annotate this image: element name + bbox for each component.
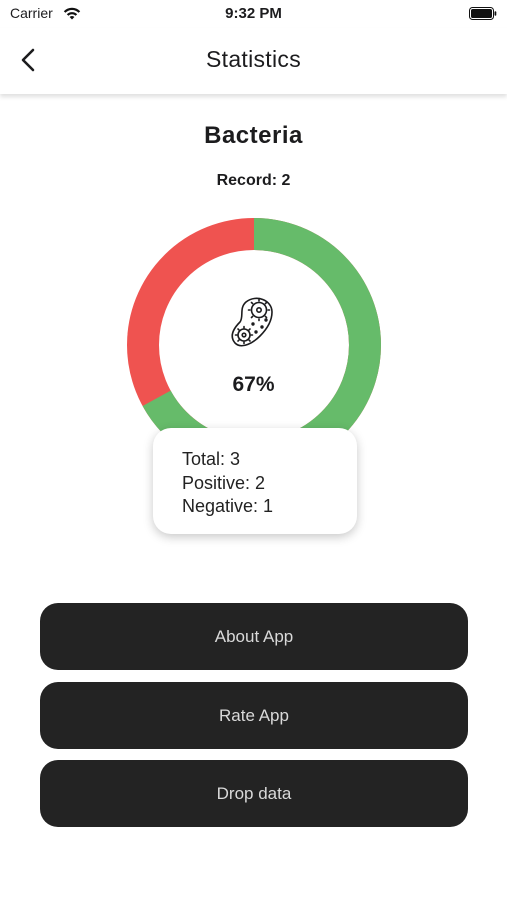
tooltip-positive: Positive: 2 [182, 472, 266, 493]
species-title: Bacteria [204, 122, 303, 149]
status-bar: Carrier 9:32 PM [0, 0, 507, 28]
tooltip-negative: Negative: 1 [182, 496, 274, 516]
tooltip-total: Total: 3 [182, 449, 241, 469]
rate-app-button[interactable]: Rate App [40, 682, 468, 749]
page-title: Statistics [205, 46, 302, 72]
drop-data-button[interactable]: Drop data [40, 760, 468, 827]
battery-icon [469, 7, 497, 20]
positive-percent: 67% [232, 373, 275, 396]
record-count: Record: 2 [216, 172, 291, 189]
status-time: 9:32 PM [225, 5, 282, 22]
stats-tooltip: Total: 3 Positive: 2 Negative: 1 [153, 428, 357, 534]
nav-bar: Statistics [0, 28, 507, 94]
bacteria-icon [231, 297, 273, 347]
about-app-button[interactable]: About App [40, 603, 468, 670]
